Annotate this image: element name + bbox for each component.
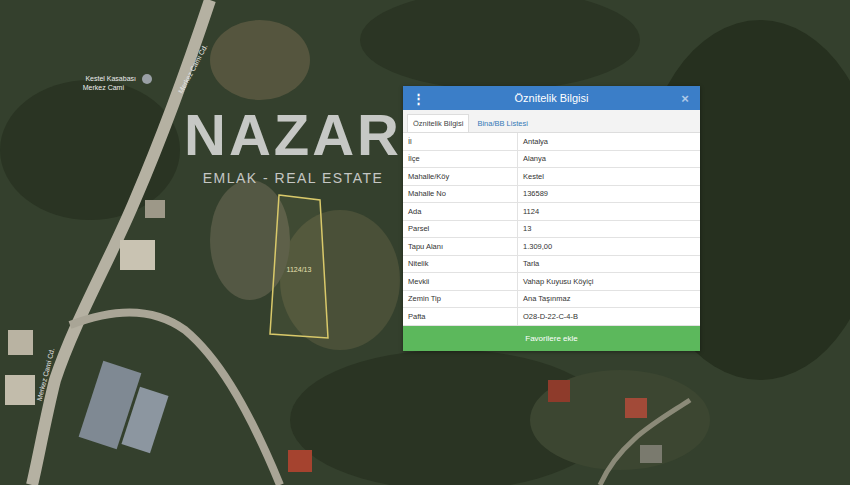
row-value: Antalya: [518, 133, 700, 150]
favorite-button[interactable]: Favorilere ekle: [403, 326, 700, 351]
table-row: Mahalle/KöyKestel: [403, 168, 700, 186]
table-row: Zemin TipAna Taşınmaz: [403, 291, 700, 309]
watermark-tagline: EMLAK - REAL ESTATE: [203, 170, 384, 186]
close-icon[interactable]: ×: [678, 91, 692, 106]
parcel-label: 1124/13: [287, 266, 312, 273]
row-value: Tarla: [518, 256, 700, 273]
row-label: Parsel: [403, 221, 518, 238]
table-row: MevkiiVahap Kuyusu Köyiçi: [403, 273, 700, 291]
row-label: İlçe: [403, 151, 518, 168]
row-value: 1124: [518, 203, 700, 220]
row-label: Pafta: [403, 308, 518, 325]
table-row: İlçeAlanya: [403, 151, 700, 169]
table-row: Tapu Alanı1.309,00: [403, 238, 700, 256]
row-label: Mevkii: [403, 273, 518, 290]
road-label: Merkez Cami Cd.: [36, 347, 56, 401]
watermark-logo: NAZAR: [184, 106, 402, 164]
table-row: İlAntalya: [403, 133, 700, 151]
row-value: Vahap Kuyusu Köyiçi: [518, 273, 700, 290]
attribute-panel: ⋮Öznitelik Bilgisi×Öznitelik BilgisiBina…: [403, 86, 700, 351]
menu-icon[interactable]: ⋮: [411, 91, 425, 106]
road-label: Merkez Cami Cd.: [177, 43, 209, 94]
mosque-pin-icon[interactable]: [142, 74, 152, 84]
row-label: Mahalle No: [403, 186, 518, 203]
row-label: Tapu Alanı: [403, 238, 518, 255]
table-row: Parsel13: [403, 221, 700, 239]
table-row: Ada1124: [403, 203, 700, 221]
row-label: İl: [403, 133, 518, 150]
row-value: O28-D-22-C-4-B: [518, 308, 700, 325]
row-value: Alanya: [518, 151, 700, 168]
watermark: NAZAR EMLAK - REAL ESTATE: [184, 106, 402, 186]
row-label: Zemin Tip: [403, 291, 518, 308]
table-row: NitelikTarla: [403, 256, 700, 274]
table-row: Mahalle No136589: [403, 186, 700, 204]
row-value: Kestel: [518, 168, 700, 185]
tab[interactable]: Öznitelik Bilgisi: [407, 114, 469, 132]
attribute-table: İlAntalyaİlçeAlanyaMahalle/KöyKestelMaha…: [403, 133, 700, 326]
map-view[interactable]: Kestel KasabasıMerkez Cami Merkez Cami Cd…: [0, 0, 850, 485]
tab[interactable]: Bina/BB Listesi: [471, 114, 533, 132]
row-value: 136589: [518, 186, 700, 203]
poi-label: Kestel KasabasıMerkez Cami: [83, 75, 136, 91]
row-value: Ana Taşınmaz: [518, 291, 700, 308]
row-value: 1.309,00: [518, 238, 700, 255]
row-label: Ada: [403, 203, 518, 220]
tab-bar: Öznitelik BilgisiBina/BB Listesi: [403, 110, 700, 133]
row-value: 13: [518, 221, 700, 238]
panel-header: ⋮ Öznitelik Bilgisi ×: [403, 86, 700, 110]
row-label: Nitelik: [403, 256, 518, 273]
parcel-polygon[interactable]: [270, 195, 328, 338]
table-row: PaftaO28-D-22-C-4-B: [403, 308, 700, 326]
panel-title: Öznitelik Bilgisi: [515, 92, 589, 104]
row-label: Mahalle/Köy: [403, 168, 518, 185]
